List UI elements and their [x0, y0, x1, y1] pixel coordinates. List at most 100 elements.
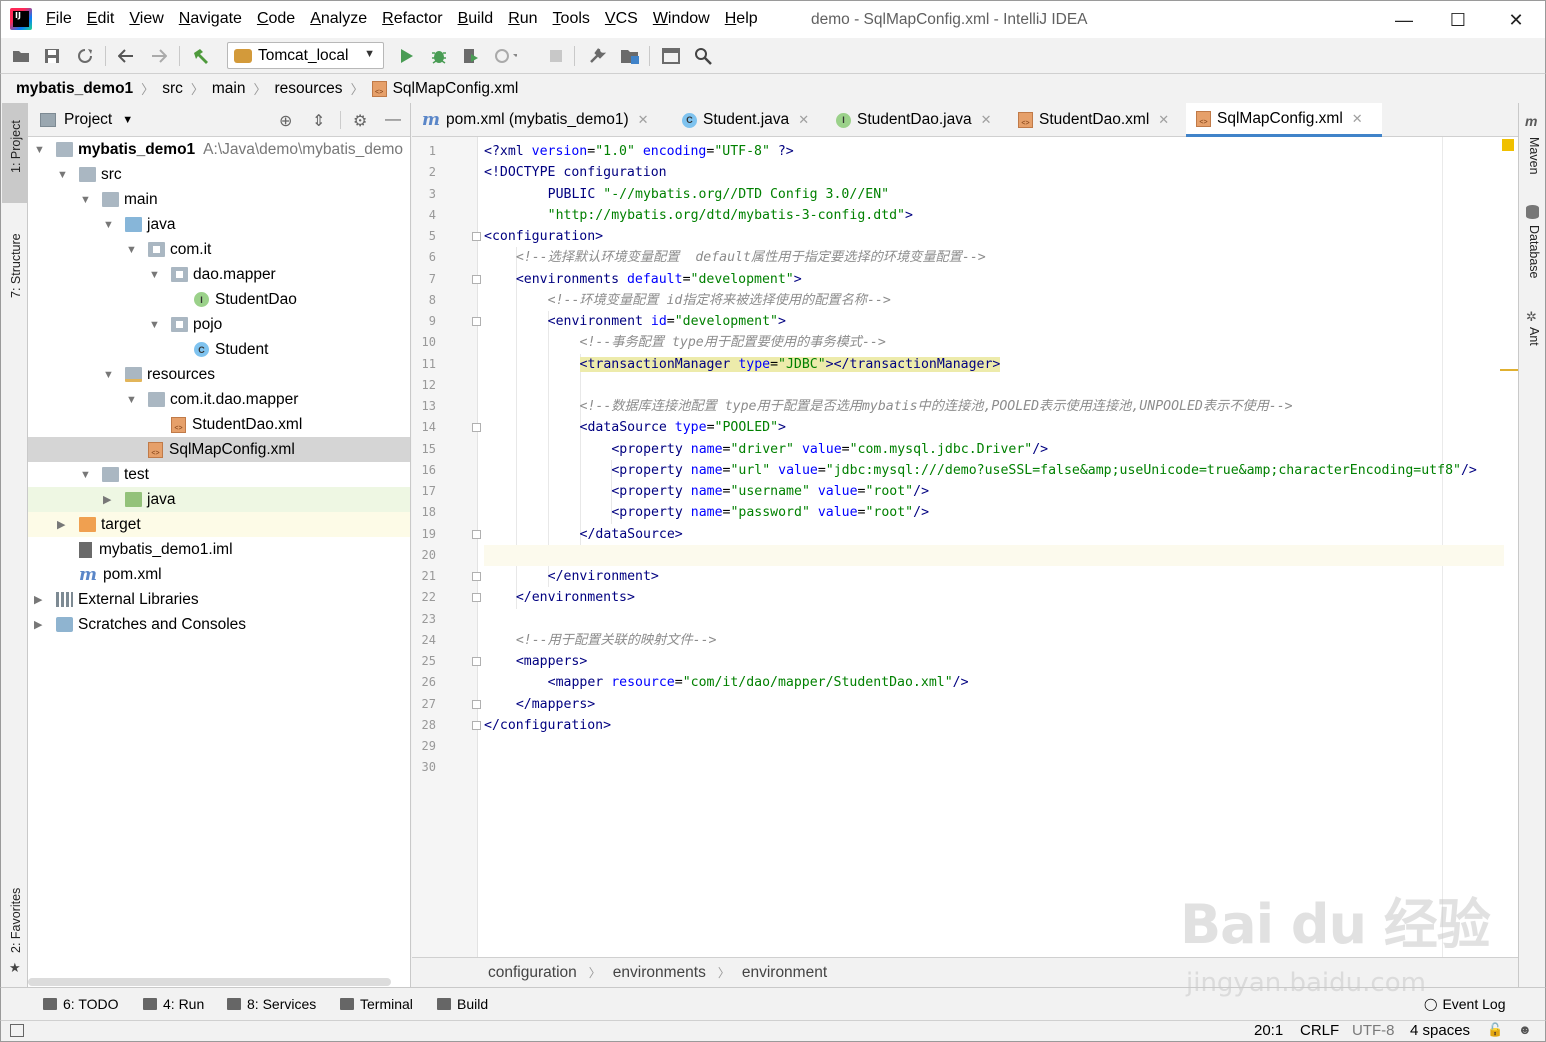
code-line[interactable]: <environment id="development">: [484, 311, 1504, 332]
synchronize-icon[interactable]: [73, 44, 97, 68]
collapsed-arrow-icon[interactable]: ▶: [34, 618, 46, 631]
menu-run[interactable]: Run: [508, 10, 537, 28]
code-line[interactable]: <!--环境变量配置 id指定将来被选择使用的配置名称-->: [484, 290, 1504, 311]
fold-marker-icon[interactable]: [472, 720, 481, 730]
expanded-arrow-icon[interactable]: ▼: [80, 194, 92, 206]
file-encoding[interactable]: UTF-8: [1352, 1022, 1395, 1039]
search-everywhere-icon[interactable]: [691, 44, 715, 68]
fold-marker-icon[interactable]: [472, 274, 481, 284]
close-tab-icon[interactable]: ✕: [1158, 112, 1169, 128]
expanded-arrow-icon[interactable]: ▼: [57, 169, 69, 181]
code-line[interactable]: </mappers>: [484, 694, 1504, 715]
menu-analyze[interactable]: Analyze: [310, 10, 367, 28]
menu-navigate[interactable]: Navigate: [179, 10, 242, 28]
maximize-button[interactable]: ☐: [1443, 5, 1473, 35]
code-line[interactable]: PUBLIC "-//mybatis.org//DTD Config 3.0//…: [484, 184, 1504, 205]
stop-icon[interactable]: [544, 44, 568, 68]
code-line[interactable]: <!--数据库连接池配置 type用于配置是否选用mybatis中的连接池,PO…: [484, 396, 1504, 417]
collapsed-arrow-icon[interactable]: ▶: [57, 518, 69, 531]
menu-file[interactable]: File: [46, 10, 72, 28]
code-line[interactable]: </configuration>: [484, 715, 1504, 736]
tree-node[interactable]: ▼ pojo: [28, 312, 410, 337]
tree-node[interactable]: ▼ com.it: [28, 237, 410, 262]
bottom-tool-4[interactable]: Build: [437, 996, 488, 1012]
fold-marker-icon[interactable]: [472, 657, 481, 666]
run-with-coverage-icon[interactable]: [459, 44, 483, 68]
code-line[interactable]: <!--用于配置关联的映射文件-->: [484, 630, 1504, 651]
fold-marker-icon[interactable]: [472, 423, 481, 433]
code-line[interactable]: <?xml version="1.0" encoding="UTF-8" ?>: [484, 141, 1504, 162]
code-line[interactable]: [484, 544, 1504, 566]
favorites-tool-tab[interactable]: 2: Favorites: [9, 888, 23, 953]
back-arrow-icon[interactable]: [114, 44, 138, 68]
fold-marker-icon[interactable]: [472, 529, 481, 539]
code-line[interactable]: <transactionManager type="JDBC"></transa…: [484, 354, 1504, 375]
fold-marker-icon[interactable]: [472, 572, 481, 581]
close-tab-icon[interactable]: ✕: [638, 112, 649, 128]
lock-icon[interactable]: 🔓: [1487, 1022, 1503, 1038]
code-line[interactable]: </dataSource>: [484, 524, 1504, 545]
code-line[interactable]: <!--事务配置 type用于配置要使用的事务模式-->: [484, 332, 1504, 353]
locate-crosshair-icon[interactable]: ⊕: [279, 111, 292, 131]
code-line[interactable]: <mappers>: [484, 651, 1504, 672]
project-view-selector[interactable]: Project: [64, 111, 112, 129]
collapsed-arrow-icon[interactable]: ▶: [103, 493, 115, 506]
tree-node[interactable]: mybatis_demo1.iml: [28, 537, 410, 562]
code-line[interactable]: <property name="url" value="jdbc:mysql:/…: [484, 460, 1504, 481]
editor-tab[interactable]: <> StudentDao.xml ✕: [1008, 103, 1184, 137]
code-line[interactable]: </environment>: [484, 566, 1504, 587]
nav-crumb-1[interactable]: src: [162, 80, 183, 98]
expanded-arrow-icon[interactable]: ▼: [103, 219, 115, 231]
hide-minimize-icon[interactable]: —: [385, 111, 401, 129]
code-line[interactable]: [484, 736, 1504, 757]
tree-node[interactable]: ▼ test: [28, 462, 410, 487]
error-stripe-marker[interactable]: [1500, 369, 1518, 371]
code-area[interactable]: <?xml version="1.0" encoding="UTF-8" ?> <…: [484, 137, 1518, 957]
database-tool-tab[interactable]: Database: [1527, 225, 1541, 279]
menu-view[interactable]: View: [129, 10, 163, 28]
tree-node[interactable]: ▼ com.it.dao.mapper: [28, 387, 410, 412]
run-icon[interactable]: [395, 44, 419, 68]
editor-tab[interactable]: I StudentDao.java ✕: [826, 103, 1006, 137]
bottom-tool-2[interactable]: 8: Services: [227, 996, 316, 1012]
structure-crumb[interactable]: configuration: [488, 964, 577, 982]
nav-crumb-2[interactable]: main: [212, 80, 246, 98]
expanded-arrow-icon[interactable]: ▼: [34, 144, 46, 156]
maven-tool-tab[interactable]: Maven: [1527, 137, 1541, 175]
profiler-icon[interactable]: [493, 44, 517, 68]
code-line[interactable]: <property name="username" value="root"/>: [484, 481, 1504, 502]
nav-crumb-4[interactable]: SqlMapConfig.xml: [393, 80, 519, 98]
editor-tab[interactable]: m pom.xml (mybatis_demo1) ✕: [412, 103, 670, 137]
tree-node[interactable]: C Student: [28, 337, 410, 362]
tree-node[interactable]: ▼ resources: [28, 362, 410, 387]
event-log-button[interactable]: ◯ Event Log: [1424, 996, 1506, 1012]
editor-tab[interactable]: <> SqlMapConfig.xml ✕: [1186, 103, 1382, 137]
tree-node[interactable]: ▼ mybatis_demo1 A:\Java\demo\mybatis_demo: [28, 137, 410, 162]
code-line[interactable]: [484, 375, 1504, 396]
menu-tools[interactable]: Tools: [553, 10, 590, 28]
nav-crumb-3[interactable]: resources: [275, 80, 343, 98]
close-tab-icon[interactable]: ✕: [1352, 111, 1363, 127]
menu-edit[interactable]: Edit: [87, 10, 115, 28]
expanded-arrow-icon[interactable]: ▼: [126, 394, 138, 406]
tree-node[interactable]: ▶ java: [28, 487, 410, 512]
menu-vcs[interactable]: VCS: [605, 10, 638, 28]
forward-arrow-icon[interactable]: [147, 44, 171, 68]
tree-node[interactable]: ▼ main: [28, 187, 410, 212]
fold-marker-icon[interactable]: [472, 232, 481, 241]
bottom-tool-3[interactable]: Terminal: [340, 996, 413, 1012]
code-line[interactable]: <mapper resource="com/it/dao/mapper/Stud…: [484, 672, 1504, 693]
bottom-tool-1[interactable]: 4: Run: [143, 996, 204, 1012]
tree-node[interactable]: ▼ src: [28, 162, 410, 187]
no-problems-indicator-icon[interactable]: [1502, 139, 1514, 151]
close-window-button[interactable]: ✕: [1501, 5, 1531, 35]
project-structure-icon[interactable]: [618, 44, 642, 68]
code-line[interactable]: <!DOCTYPE configuration: [484, 162, 1504, 183]
code-line[interactable]: "http://mybatis.org/dtd/mybatis-3-config…: [484, 205, 1504, 226]
code-line[interactable]: [484, 757, 1504, 778]
expanded-arrow-icon[interactable]: ▼: [149, 269, 161, 281]
editor-tab[interactable]: C Student.java ✕: [672, 103, 824, 137]
menu-refactor[interactable]: Refactor: [382, 10, 442, 28]
code-line[interactable]: <!--选择默认环境变量配置 default属性用于指定要选择的环境变量配置--…: [484, 247, 1504, 268]
fold-marker-icon[interactable]: [472, 699, 481, 709]
